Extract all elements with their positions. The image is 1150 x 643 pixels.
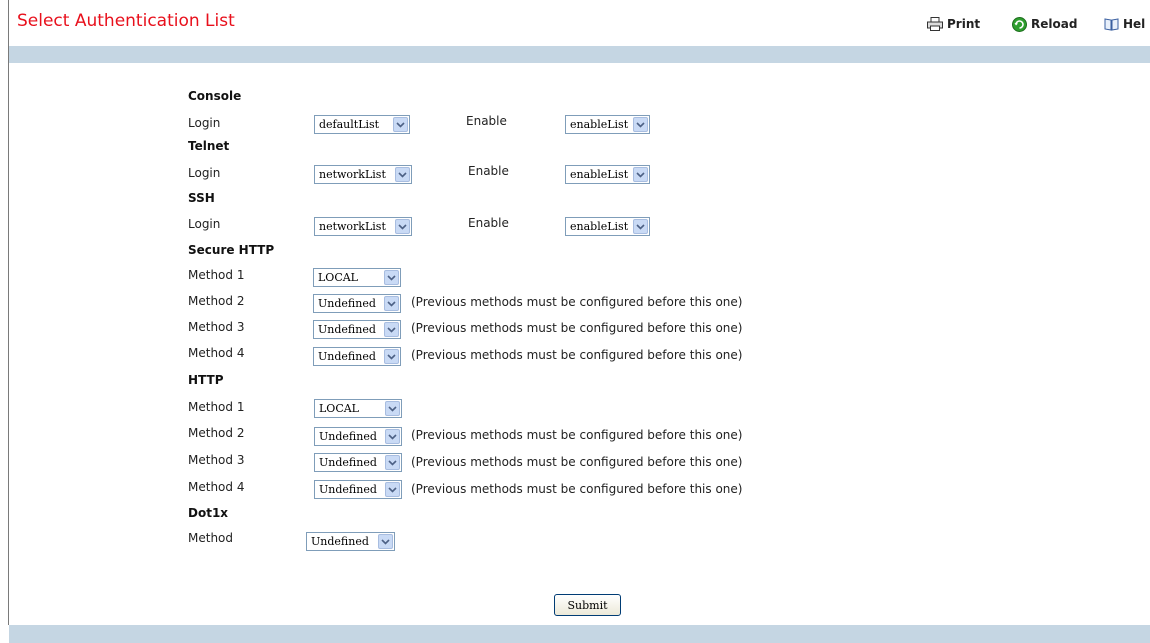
reload-label: Reload xyxy=(1031,17,1078,31)
secure-http-method-4-note: (Previous methods must be configured bef… xyxy=(411,348,743,362)
console-login-label: Login xyxy=(188,116,221,130)
footer-bar xyxy=(9,625,1150,643)
secure-http-method-1-select[interactable]: LOCAL xyxy=(313,268,401,287)
book-icon xyxy=(1104,18,1119,31)
console-enable-select[interactable]: enableList xyxy=(565,115,650,134)
select-value: Undefined xyxy=(319,456,377,469)
chevron-down-icon xyxy=(384,349,399,364)
chevron-down-icon xyxy=(384,322,399,337)
select-value: Undefined xyxy=(318,323,376,336)
http-method-4-note: (Previous methods must be configured bef… xyxy=(411,482,743,496)
select-value: networkList xyxy=(319,220,386,233)
chevron-down-icon xyxy=(384,270,399,285)
select-value: networkList xyxy=(319,168,386,181)
dot1x-heading: Dot1x xyxy=(188,506,229,520)
ssh-login-label: Login xyxy=(188,217,221,231)
select-value: enableList xyxy=(570,220,629,233)
secure-http-method-2-label: Method 2 xyxy=(188,294,245,308)
ssh-enable-label: Enable xyxy=(468,216,509,230)
ssh-login-select[interactable]: networkList xyxy=(314,217,412,236)
chevron-down-icon xyxy=(385,455,400,470)
chevron-down-icon xyxy=(633,167,648,182)
secure-http-method-3-select[interactable]: Undefined xyxy=(313,320,401,339)
dot1x-method-label: Method xyxy=(188,531,234,545)
frame-border xyxy=(8,0,9,625)
chevron-down-icon xyxy=(385,482,400,497)
http-method-2-note: (Previous methods must be configured bef… xyxy=(411,428,743,442)
dot1x-method-select[interactable]: Undefined xyxy=(306,532,395,551)
select-value: LOCAL xyxy=(318,271,358,284)
printer-icon xyxy=(927,17,943,31)
chevron-down-icon xyxy=(384,296,399,311)
select-value: Undefined xyxy=(319,430,377,443)
secure-http-method-2-select[interactable]: Undefined xyxy=(313,294,401,313)
print-label: Print xyxy=(947,17,981,31)
http-method-4-label: Method 4 xyxy=(188,480,245,494)
http-method-1-select[interactable]: LOCAL xyxy=(314,399,402,418)
secure-http-method-4-select[interactable]: Undefined xyxy=(313,347,401,366)
select-value: defaultList xyxy=(319,118,380,131)
page: Select Authentication List Print Reload xyxy=(0,0,1150,643)
chevron-down-icon xyxy=(385,401,400,416)
telnet-heading: Telnet xyxy=(188,139,230,153)
ssh-heading: SSH xyxy=(188,191,215,205)
help-label: Hel xyxy=(1123,17,1146,31)
http-heading: HTTP xyxy=(188,373,224,387)
select-value: enableList xyxy=(570,118,629,131)
reload-icon xyxy=(1012,16,1027,32)
chevron-down-icon xyxy=(395,219,410,234)
http-method-3-label: Method 3 xyxy=(188,453,245,467)
telnet-login-select[interactable]: networkList xyxy=(314,165,412,184)
help-button[interactable]: Hel xyxy=(1104,14,1145,34)
chevron-down-icon xyxy=(385,429,400,444)
secure-http-heading: Secure HTTP xyxy=(188,243,275,257)
console-login-select[interactable]: defaultList xyxy=(314,115,410,134)
http-method-1-label: Method 1 xyxy=(188,400,245,414)
chevron-down-icon xyxy=(395,167,410,182)
page-header: Select Authentication List Print Reload xyxy=(9,0,1150,46)
chevron-down-icon xyxy=(393,117,408,132)
console-heading: Console xyxy=(188,89,242,103)
secure-http-method-3-label: Method 3 xyxy=(188,320,245,334)
http-method-3-select[interactable]: Undefined xyxy=(314,453,402,472)
secure-http-method-3-note: (Previous methods must be configured bef… xyxy=(411,321,743,335)
console-enable-label: Enable xyxy=(466,114,507,128)
submit-button[interactable]: Submit xyxy=(554,594,621,616)
http-method-4-select[interactable]: Undefined xyxy=(314,480,402,499)
http-method-2-label: Method 2 xyxy=(188,426,245,440)
toolbar: Print Reload Hel xyxy=(9,14,1150,34)
select-value: enableList xyxy=(570,168,629,181)
select-value: Undefined xyxy=(311,535,369,548)
telnet-login-label: Login xyxy=(188,166,221,180)
http-method-3-note: (Previous methods must be configured bef… xyxy=(411,455,743,469)
select-value: Undefined xyxy=(319,483,377,496)
select-value: LOCAL xyxy=(319,402,359,415)
http-method-2-select[interactable]: Undefined xyxy=(314,427,402,446)
chevron-down-icon xyxy=(633,219,648,234)
chevron-down-icon xyxy=(633,117,648,132)
telnet-enable-select[interactable]: enableList xyxy=(565,165,650,184)
header-bar xyxy=(9,46,1150,63)
reload-button[interactable]: Reload xyxy=(1012,14,1077,34)
secure-http-method-4-label: Method 4 xyxy=(188,346,245,360)
chevron-down-icon xyxy=(378,534,393,549)
print-button[interactable]: Print xyxy=(927,14,980,34)
telnet-enable-label: Enable xyxy=(468,164,509,178)
ssh-enable-select[interactable]: enableList xyxy=(565,217,650,236)
select-value: Undefined xyxy=(318,297,376,310)
secure-http-method-1-label: Method 1 xyxy=(188,268,245,282)
secure-http-method-2-note: (Previous methods must be configured bef… xyxy=(411,295,743,309)
select-value: Undefined xyxy=(318,350,376,363)
